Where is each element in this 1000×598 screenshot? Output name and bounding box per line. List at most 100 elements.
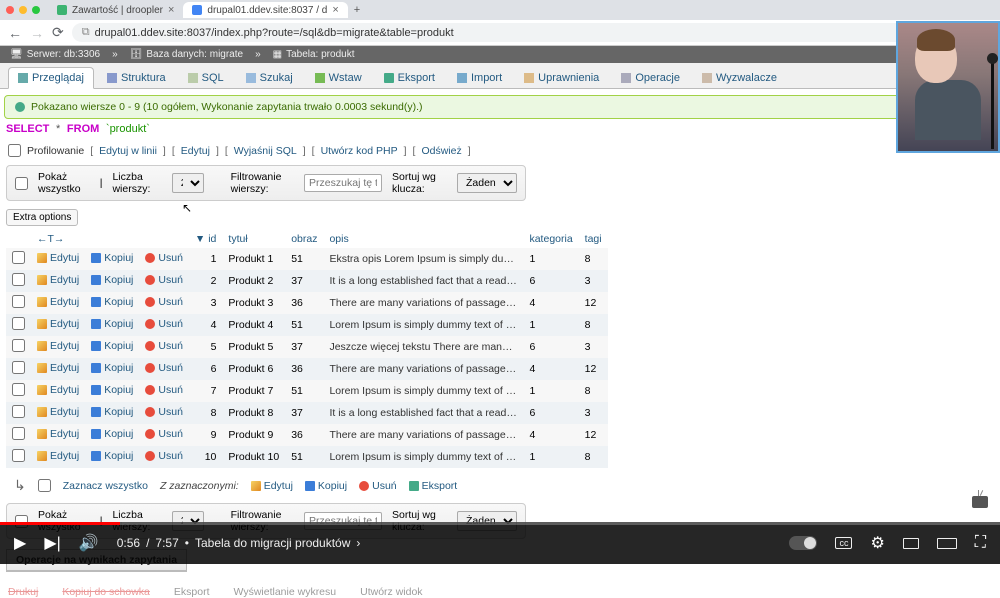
close-tab-icon[interactable]: ×	[332, 4, 338, 16]
row-copy-button[interactable]: Kopiuj	[91, 296, 133, 308]
profiling-checkbox[interactable]	[8, 144, 21, 157]
row-edit-button[interactable]: Edytuj	[37, 252, 79, 264]
new-tab-button[interactable]: +	[348, 4, 366, 16]
captions-button[interactable]: cc	[835, 537, 852, 549]
minimize-window-icon[interactable]	[19, 6, 27, 14]
tab-privileges[interactable]: Uprawnienia	[515, 67, 608, 88]
window-controls[interactable]	[6, 6, 40, 14]
row-edit-button[interactable]: Edytuj	[37, 274, 79, 286]
autoplay-toggle[interactable]	[789, 536, 817, 550]
tab-export[interactable]: Eksport	[375, 67, 444, 88]
reload-button[interactable]: ⟳	[52, 24, 64, 41]
maximize-window-icon[interactable]	[32, 6, 40, 14]
tab-import[interactable]: Import	[448, 67, 511, 88]
row-delete-button[interactable]: Usuń	[145, 384, 183, 396]
tab-insert[interactable]: Wstaw	[306, 67, 371, 88]
row-checkbox[interactable]	[12, 339, 25, 352]
row-delete-button[interactable]: Usuń	[145, 274, 183, 286]
tab-search[interactable]: Szukaj	[237, 67, 302, 88]
bulk-edit-button[interactable]: Edytuj	[251, 480, 293, 492]
row-edit-button[interactable]: Edytuj	[37, 296, 79, 308]
row-copy-button[interactable]: Kopiuj	[91, 428, 133, 440]
row-copy-button[interactable]: Kopiuj	[91, 362, 133, 374]
chevron-right-icon[interactable]: ›	[356, 536, 360, 550]
row-delete-button[interactable]: Usuń	[145, 318, 183, 330]
server-crumb[interactable]: 🖥 Serwer: db:3306	[10, 49, 100, 60]
row-checkbox[interactable]	[12, 405, 25, 418]
col-tagi[interactable]: tagi	[579, 230, 608, 248]
row-edit-button[interactable]: Edytuj	[37, 428, 79, 440]
row-checkbox[interactable]	[12, 449, 25, 462]
tab-operations[interactable]: Operacje	[612, 67, 689, 88]
url-field[interactable]: ⧉ drupal01.ddev.site:8037/index.php?rout…	[72, 23, 915, 42]
chapter-title[interactable]: Tabela do migracji produktów	[195, 536, 350, 550]
col-opis[interactable]: opis	[323, 230, 523, 248]
table-crumb[interactable]: ▦ Tabela: produkt	[273, 49, 355, 60]
next-button[interactable]: ▶|	[44, 533, 60, 553]
explain-link[interactable]: Wyjaśnij SQL	[234, 145, 297, 157]
row-copy-button[interactable]: Kopiuj	[91, 318, 133, 330]
row-copy-button[interactable]: Kopiuj	[91, 450, 133, 462]
row-checkbox[interactable]	[12, 251, 25, 264]
row-delete-button[interactable]: Usuń	[145, 296, 183, 308]
edit-inline-link[interactable]: Edytuj w linii	[99, 145, 157, 157]
browser-tab-1[interactable]: drupal01.ddev.site:8037 / d ×	[183, 2, 347, 18]
miniplayer-button[interactable]	[903, 538, 919, 549]
row-checkbox[interactable]	[12, 427, 25, 440]
row-copy-button[interactable]: Kopiuj	[91, 406, 133, 418]
rows-select[interactable]: 25	[172, 173, 204, 193]
row-checkbox[interactable]	[12, 295, 25, 308]
row-edit-button[interactable]: Edytuj	[37, 318, 79, 330]
fullscreen-button[interactable]: ⛶	[975, 534, 986, 552]
row-copy-button[interactable]: Kopiuj	[91, 384, 133, 396]
tab-structure[interactable]: Struktura	[98, 67, 175, 88]
col-kategoria[interactable]: kategoria	[523, 230, 578, 248]
row-checkbox[interactable]	[12, 273, 25, 286]
row-delete-button[interactable]: Usuń	[145, 252, 183, 264]
bulk-export-button[interactable]: Eksport	[409, 480, 458, 492]
edit-link[interactable]: Edytuj	[181, 145, 210, 157]
progress-bar[interactable]	[0, 522, 1000, 525]
close-window-icon[interactable]	[6, 6, 14, 14]
col-id[interactable]: ▼ id	[189, 230, 223, 248]
tab-browse[interactable]: Przeglądaj	[8, 67, 94, 89]
row-delete-button[interactable]: Usuń	[145, 406, 183, 418]
check-all-checkbox[interactable]	[38, 479, 51, 492]
row-delete-button[interactable]: Usuń	[145, 450, 183, 462]
row-checkbox[interactable]	[12, 317, 25, 330]
bulk-delete-button[interactable]: Usuń	[359, 480, 397, 492]
sort-select[interactable]: Żaden	[457, 173, 517, 193]
row-copy-button[interactable]: Kopiuj	[91, 274, 133, 286]
row-delete-button[interactable]: Usuń	[145, 340, 183, 352]
forward-button[interactable]: →	[30, 25, 44, 41]
php-link[interactable]: Utwórz kod PHP	[321, 145, 398, 157]
tab-sql[interactable]: SQL	[179, 67, 233, 88]
row-edit-button[interactable]: Edytuj	[37, 340, 79, 352]
row-edit-button[interactable]: Edytuj	[37, 362, 79, 374]
row-checkbox[interactable]	[12, 361, 25, 374]
database-crumb[interactable]: 🗄 Baza danych: migrate	[130, 49, 243, 60]
row-delete-button[interactable]: Usuń	[145, 428, 183, 440]
row-copy-button[interactable]: Kopiuj	[91, 340, 133, 352]
row-copy-button[interactable]: Kopiuj	[91, 252, 133, 264]
row-edit-button[interactable]: Edytuj	[37, 384, 79, 396]
close-tab-icon[interactable]: ×	[168, 4, 174, 16]
play-button[interactable]: ▶	[14, 533, 26, 553]
bulk-copy-button[interactable]: Kopiuj	[305, 480, 347, 492]
browser-tab-0[interactable]: Zawartość | droopler ×	[48, 2, 183, 18]
col-obraz[interactable]: obraz	[285, 230, 323, 248]
settings-button[interactable]: ⚙	[870, 533, 884, 553]
col-tytul[interactable]: tytuł	[222, 230, 285, 248]
refresh-link[interactable]: Odśwież	[421, 145, 461, 157]
site-info-icon[interactable]: ⧉	[82, 26, 90, 39]
filter-input[interactable]	[304, 174, 382, 192]
extra-options-button[interactable]: Extra options	[6, 209, 78, 226]
row-delete-button[interactable]: Usuń	[145, 362, 183, 374]
volume-button[interactable]: 🔊	[79, 533, 99, 553]
back-button[interactable]: ←	[8, 25, 22, 41]
row-checkbox[interactable]	[12, 383, 25, 396]
theater-button[interactable]	[937, 538, 957, 549]
tab-triggers[interactable]: Wyzwalacze	[693, 67, 786, 88]
row-edit-button[interactable]: Edytuj	[37, 406, 79, 418]
show-all-checkbox[interactable]	[15, 177, 28, 190]
